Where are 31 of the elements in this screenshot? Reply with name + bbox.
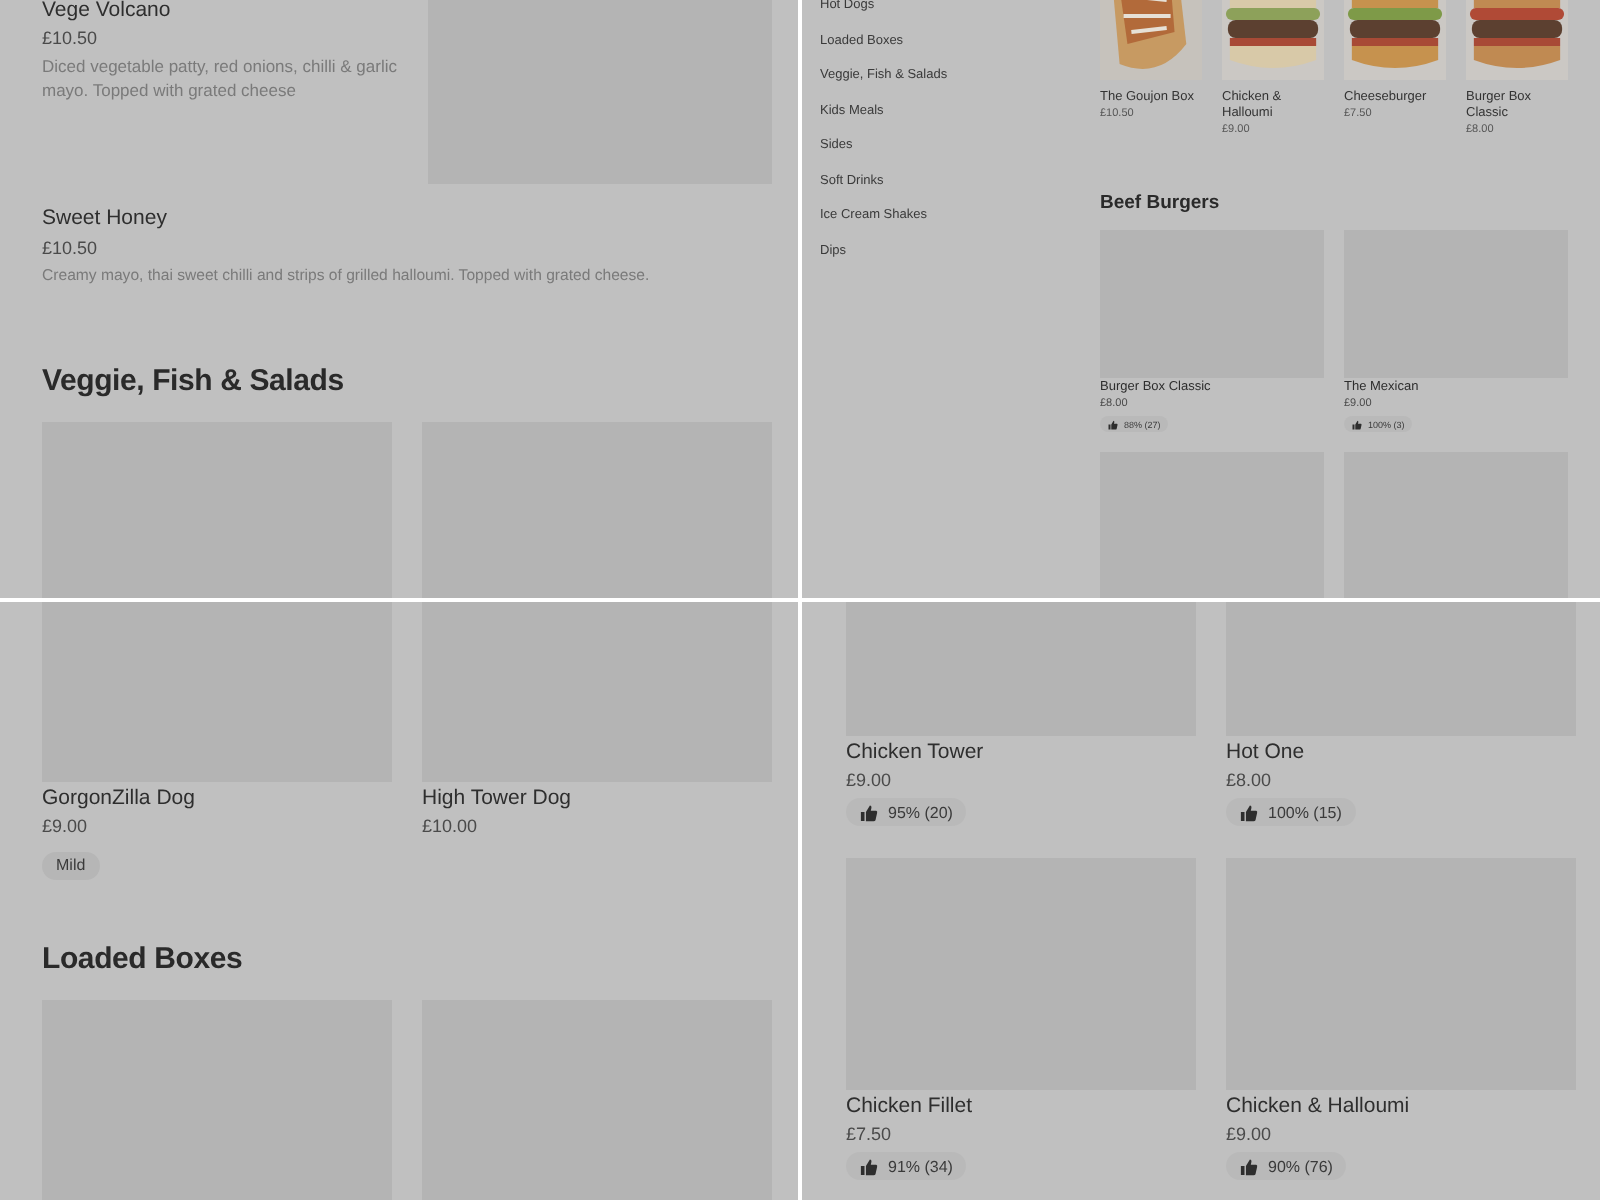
spice-tag: Mild: [42, 852, 100, 880]
item-price: £8.00: [1226, 768, 1272, 794]
thumbs-up-icon: [1352, 419, 1362, 429]
rating-text: 100% (15): [1268, 803, 1342, 821]
item-name[interactable]: Vege Volcano: [42, 0, 171, 24]
item-description: Diced vegetable patty, red onions, chilli & garlic mayo. Topped with grated cheese: [42, 54, 399, 102]
section-heading: Veggie, Fish & Salads: [42, 362, 344, 402]
rating-text: 95% (20): [888, 803, 953, 821]
item-price: £9.00: [42, 814, 88, 840]
item-name[interactable]: Hot One: [1226, 738, 1305, 766]
item-price: £7.50: [846, 1122, 892, 1148]
item-name[interactable]: Sweet Honey: [42, 204, 167, 232]
item-price: £10.00: [422, 814, 478, 840]
item-price: £10.50: [42, 26, 98, 52]
thumbs-up-icon: [1240, 1157, 1258, 1175]
thumbs-up-icon: [1108, 419, 1118, 429]
item-name[interactable]: Chicken & Halloumi: [1226, 1092, 1410, 1120]
thumbs-up-icon: [1240, 803, 1258, 821]
rating-text: 90% (76): [1268, 1157, 1333, 1175]
thumbs-up-icon: [860, 803, 878, 821]
thumbs-up-icon: [860, 1157, 878, 1175]
item-price: £9.00: [1226, 1122, 1272, 1148]
section-heading: Beef Burgers: [1100, 192, 1220, 216]
item-price: £9.00: [846, 768, 892, 794]
item-name[interactable]: Chicken Tower: [846, 738, 984, 766]
rating-text: 91% (34): [888, 1157, 953, 1175]
item-name[interactable]: High Tower Dog: [422, 784, 572, 812]
item-name[interactable]: GorgonZilla Dog: [42, 784, 195, 812]
section-heading: Loaded Boxes: [42, 940, 243, 980]
item-name[interactable]: Chicken Fillet: [846, 1092, 973, 1120]
item-price: £10.50: [42, 236, 98, 262]
